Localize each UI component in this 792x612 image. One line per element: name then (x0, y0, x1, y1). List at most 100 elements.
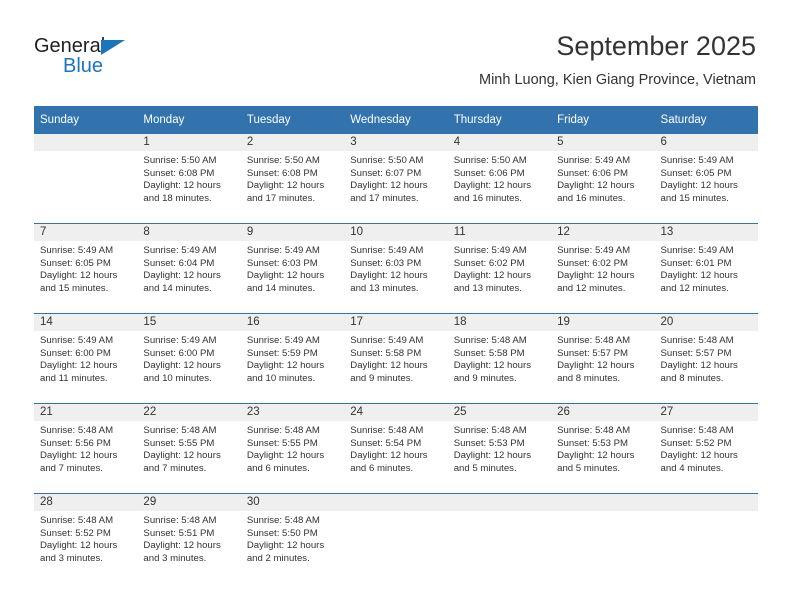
calendar-day-cell[interactable]: 22 Sunrise: 5:48 AM Sunset: 5:55 PM Dayligh… (137, 403, 241, 494)
calendar-day-cell[interactable]: 27 Sunrise: 5:48 AM Sunset: 5:52 PM Dayligh… (654, 403, 758, 494)
daylight-text-line1: Daylight: 12 hours (660, 180, 738, 192)
calendar-day-cell[interactable]: 15 Sunrise: 5:49 AM Sunset: 6:00 PM Dayligh… (137, 313, 241, 404)
calendar-day-cell[interactable]: 19 Sunrise: 5:48 AM Sunset: 5:57 PM Dayligh… (551, 313, 655, 404)
daylight-text-line1: Daylight: 12 hours (350, 360, 428, 372)
calendar-day-cell[interactable] (447, 493, 552, 583)
daylight-text-line1: Daylight: 12 hours (246, 450, 325, 462)
day-number: 1 (137, 134, 241, 151)
calendar-day-cell[interactable]: 11 Sunrise: 5:49 AM Sunset: 6:02 PM Dayligh… (447, 223, 552, 314)
calendar-day-cell[interactable]: 14 Sunrise: 5:49 AM Sunset: 6:00 PM Dayligh… (34, 313, 138, 404)
sunrise-text: Sunrise: 5:49 AM (660, 155, 734, 166)
calendar-week-row: 14 Sunrise: 5:49 AM Sunset: 6:00 PM Dayligh… (34, 313, 758, 404)
sunset-text: Sunset: 5:58 PM (350, 347, 422, 359)
sunset-text: Sunset: 5:50 PM (246, 527, 318, 539)
calendar-day-cell[interactable] (34, 134, 138, 224)
calendar-day-cell[interactable] (344, 493, 448, 583)
daylight-text-line2: and 18 minutes. (143, 192, 212, 204)
day-number (551, 494, 655, 511)
calendar-day-cell[interactable]: 18 Sunrise: 5:48 AM Sunset: 5:58 PM Dayligh… (447, 313, 552, 404)
daylight-text-line1: Daylight: 12 hours (246, 360, 325, 372)
daylight-text-line2: and 12 minutes. (557, 282, 626, 294)
day-number: 4 (447, 134, 552, 151)
day-number: 25 (447, 404, 552, 421)
calendar-day-cell[interactable]: 6 Sunrise: 5:49 AM Sunset: 6:05 PM Daylight… (654, 134, 758, 224)
day-number: 15 (137, 314, 241, 331)
calendar-day-cell[interactable]: 13 Sunrise: 5:49 AM Sunset: 6:01 PM Dayligh… (654, 223, 758, 314)
sunset-text: Sunset: 6:03 PM (350, 257, 422, 269)
calendar-day-cell[interactable]: 23 Sunrise: 5:48 AM Sunset: 5:55 PM Dayligh… (240, 403, 345, 494)
daylight-text-line2: and 9 minutes. (453, 372, 517, 384)
logo-text-blue: Blue (63, 55, 104, 77)
sunset-text: Sunset: 5:51 PM (143, 527, 215, 539)
daylight-text-line1: Daylight: 12 hours (660, 270, 738, 282)
day-number: 24 (344, 404, 448, 421)
daylight-text-line2: and 14 minutes. (143, 282, 212, 294)
sunset-text: Sunset: 5:58 PM (453, 347, 525, 359)
daylight-text-line2: and 6 minutes. (246, 462, 310, 474)
calendar-day-cell[interactable]: 8 Sunrise: 5:49 AM Sunset: 6:04 PM Daylight… (137, 223, 241, 314)
sunset-text: Sunset: 6:08 PM (143, 167, 215, 179)
daylight-text-line2: and 13 minutes. (350, 282, 419, 294)
sunrise-text: Sunrise: 5:48 AM (557, 425, 631, 436)
calendar-day-cell[interactable]: 25 Sunrise: 5:48 AM Sunset: 5:53 PM Dayligh… (447, 403, 552, 494)
daylight-text-line1: Daylight: 12 hours (143, 450, 221, 462)
sunset-text: Sunset: 6:02 PM (557, 257, 629, 269)
daylight-text-line1: Daylight: 12 hours (453, 450, 532, 462)
daylight-text-line1: Daylight: 12 hours (557, 270, 635, 282)
daylight-text-line2: and 8 minutes. (660, 372, 724, 384)
daylight-text-line1: Daylight: 12 hours (557, 450, 635, 462)
daylight-text-line2: and 14 minutes. (246, 282, 316, 294)
sunset-text: Sunset: 5:57 PM (557, 347, 629, 359)
day-number (34, 134, 138, 151)
daylight-text-line2: and 5 minutes. (453, 462, 517, 474)
calendar-day-cell[interactable]: 21 Sunrise: 5:48 AM Sunset: 5:56 PM Dayligh… (34, 403, 138, 494)
weekday-header-wednesday: Wednesday (344, 106, 448, 134)
calendar-day-cell[interactable]: 17 Sunrise: 5:49 AM Sunset: 5:58 PM Dayligh… (344, 313, 448, 404)
calendar-day-cell[interactable]: 16 Sunrise: 5:49 AM Sunset: 5:59 PM Dayligh… (240, 313, 345, 404)
calendar-day-cell[interactable]: 24 Sunrise: 5:48 AM Sunset: 5:54 PM Dayligh… (344, 403, 448, 494)
calendar-day-cell[interactable]: 26 Sunrise: 5:48 AM Sunset: 5:53 PM Dayligh… (551, 403, 655, 494)
calendar-day-cell[interactable]: 4 Sunrise: 5:50 AM Sunset: 6:06 PM Daylight… (447, 134, 552, 224)
sunset-text: Sunset: 6:08 PM (246, 167, 318, 179)
calendar-week-row: 7 Sunrise: 5:49 AM Sunset: 6:05 PM Daylight… (34, 223, 758, 314)
title-block: September 2025 Minh Luong, Kien Giang Pr… (479, 30, 756, 90)
daylight-text-line1: Daylight: 12 hours (143, 540, 221, 552)
daylight-text-line1: Daylight: 12 hours (660, 450, 738, 462)
calendar-day-cell[interactable]: 28 Sunrise: 5:48 AM Sunset: 5:52 PM Dayligh… (34, 493, 138, 583)
calendar-day-cell[interactable]: 2 Sunrise: 5:50 AM Sunset: 6:08 PM Daylight… (240, 134, 345, 224)
daylight-text-line1: Daylight: 12 hours (40, 450, 118, 462)
calendar-day-cell[interactable] (551, 493, 655, 583)
sunset-text: Sunset: 6:04 PM (143, 257, 215, 269)
sunset-text: Sunset: 5:55 PM (143, 437, 215, 449)
weekday-header-tuesday: Tuesday (240, 106, 345, 134)
sunset-text: Sunset: 6:02 PM (453, 257, 525, 269)
calendar-day-cell[interactable]: 7 Sunrise: 5:49 AM Sunset: 6:05 PM Daylight… (34, 223, 138, 314)
daylight-text-line2: and 4 minutes. (660, 462, 724, 474)
calendar-day-cell[interactable]: 5 Sunrise: 5:49 AM Sunset: 6:06 PM Daylight… (551, 134, 655, 224)
triangle-icon (101, 40, 125, 55)
sunrise-text: Sunrise: 5:48 AM (40, 515, 114, 526)
sunset-text: Sunset: 5:52 PM (40, 527, 111, 539)
daylight-text-line1: Daylight: 12 hours (143, 270, 221, 282)
calendar-day-cell[interactable]: 1 Sunrise: 5:50 AM Sunset: 6:08 PM Daylight… (137, 134, 241, 224)
daylight-text-line1: Daylight: 12 hours (350, 450, 428, 462)
daylight-text-line2: and 15 minutes. (660, 192, 729, 204)
calendar-day-cell[interactable]: 20 Sunrise: 5:48 AM Sunset: 5:57 PM Dayligh… (654, 313, 758, 404)
day-number: 13 (654, 224, 758, 241)
calendar-day-cell[interactable] (654, 493, 758, 583)
calendar-day-cell[interactable]: 29 Sunrise: 5:48 AM Sunset: 5:51 PM Dayligh… (137, 493, 241, 583)
calendar-day-cell[interactable]: 12 Sunrise: 5:49 AM Sunset: 6:02 PM Dayligh… (551, 223, 655, 314)
weekday-header-monday: Monday (137, 106, 241, 134)
calendar-day-cell[interactable]: 9 Sunrise: 5:49 AM Sunset: 6:03 PM Daylight… (240, 223, 345, 314)
day-number: 23 (240, 404, 345, 421)
sunset-text: Sunset: 5:52 PM (660, 437, 732, 449)
sunrise-text: Sunrise: 5:49 AM (40, 245, 114, 256)
day-number: 22 (137, 404, 241, 421)
calendar-day-cell[interactable]: 3 Sunrise: 5:50 AM Sunset: 6:07 PM Daylight… (344, 134, 448, 224)
calendar-day-cell[interactable]: 10 Sunrise: 5:49 AM Sunset: 6:03 PM Dayligh… (344, 223, 448, 314)
day-number: 19 (551, 314, 655, 331)
daylight-text-line1: Daylight: 12 hours (350, 180, 428, 192)
general-blue-logo[interactable]: General Blue (34, 36, 154, 82)
sunset-text: Sunset: 6:00 PM (143, 347, 215, 359)
calendar-day-cell[interactable]: 30 Sunrise: 5:48 AM Sunset: 5:50 PM Dayligh… (240, 493, 345, 583)
